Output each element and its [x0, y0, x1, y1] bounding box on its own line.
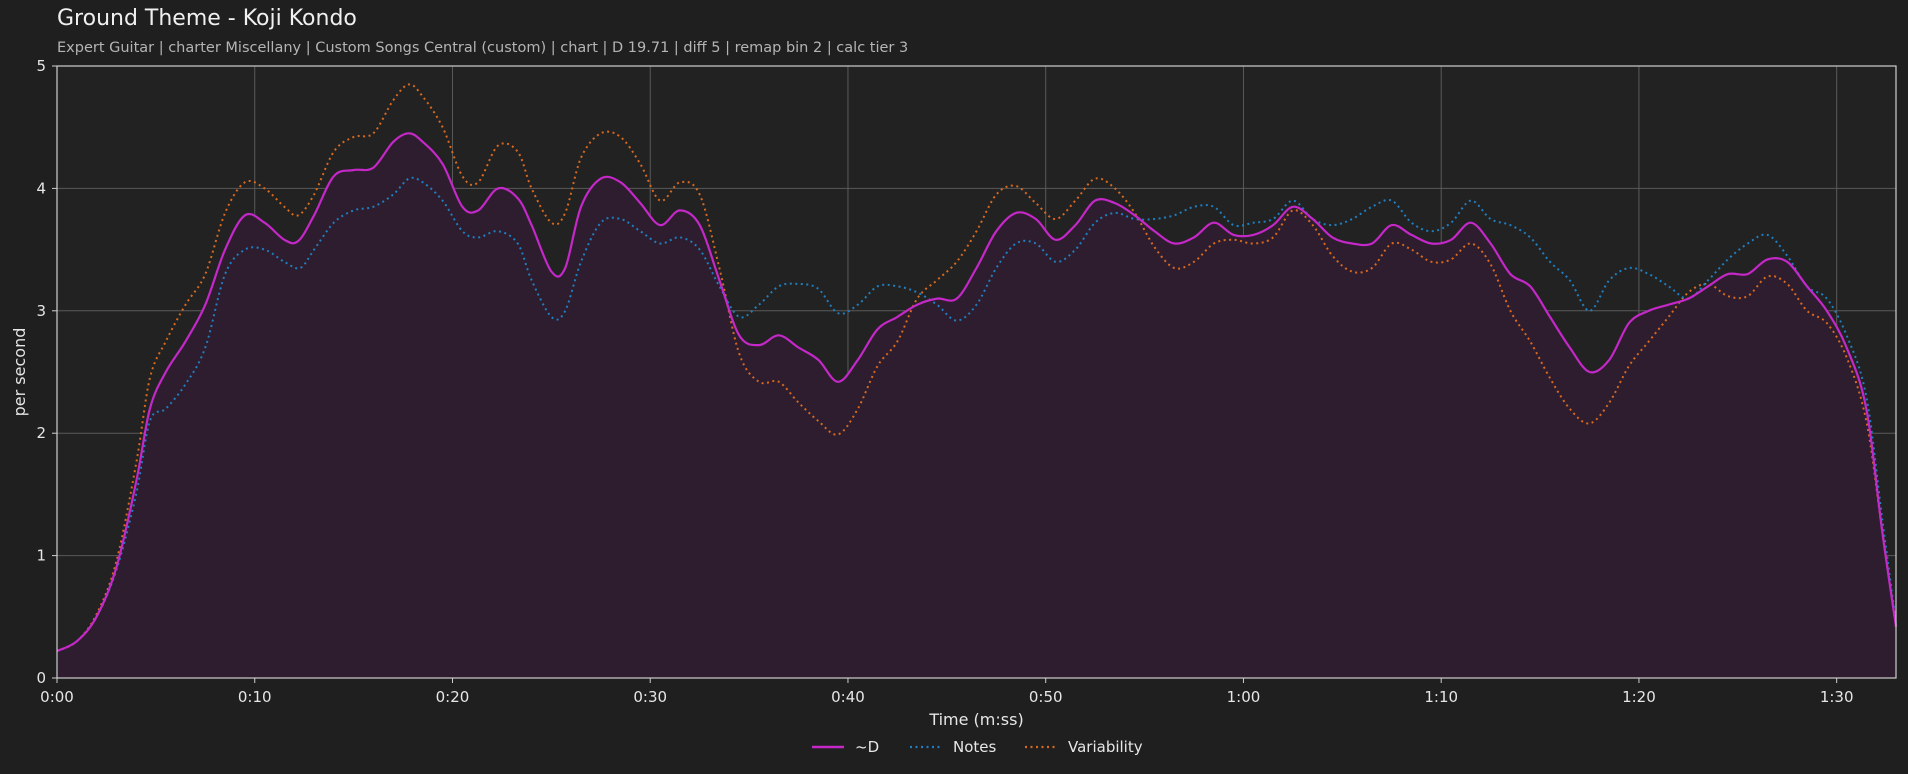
x-tick-label: 1:30	[1820, 688, 1854, 706]
x-axis: 0:00 0:10 0:20 0:30 0:40 0:50 1:00 1:10 1:20 1:30	[40, 678, 1854, 706]
x-tick-label: 0:50	[1029, 688, 1063, 706]
legend: ~D Notes Variability	[812, 738, 1143, 756]
y-tick-label: 5	[36, 57, 46, 75]
x-axis-label: Time (m:ss)	[928, 710, 1023, 729]
y-tick-label: 3	[36, 302, 46, 320]
x-tick-label: 0:10	[238, 688, 272, 706]
x-tick-label: 1:00	[1227, 688, 1261, 706]
x-tick-label: 0:20	[436, 688, 470, 706]
legend-label: Notes	[953, 738, 997, 756]
y-axis: 0 1 2 3 4 5	[36, 57, 57, 687]
legend-label: ~D	[855, 738, 879, 756]
y-tick-label: 0	[36, 669, 46, 687]
y-tick-label: 1	[36, 547, 46, 565]
y-tick-label: 2	[36, 424, 46, 442]
x-tick-label: 0:40	[831, 688, 865, 706]
y-tick-label: 4	[36, 179, 46, 197]
legend-label: Variability	[1068, 738, 1143, 756]
x-tick-label: 0:00	[40, 688, 74, 706]
y-axis-label: per second	[10, 328, 29, 417]
x-tick-label: 0:30	[633, 688, 667, 706]
chart-svg: 0:00 0:10 0:20 0:30 0:40 0:50 1:00 1:10 1:20 1:30…	[10, 57, 1898, 756]
x-tick-label: 1:10	[1424, 688, 1458, 706]
x-tick-label: 1:20	[1622, 688, 1656, 706]
